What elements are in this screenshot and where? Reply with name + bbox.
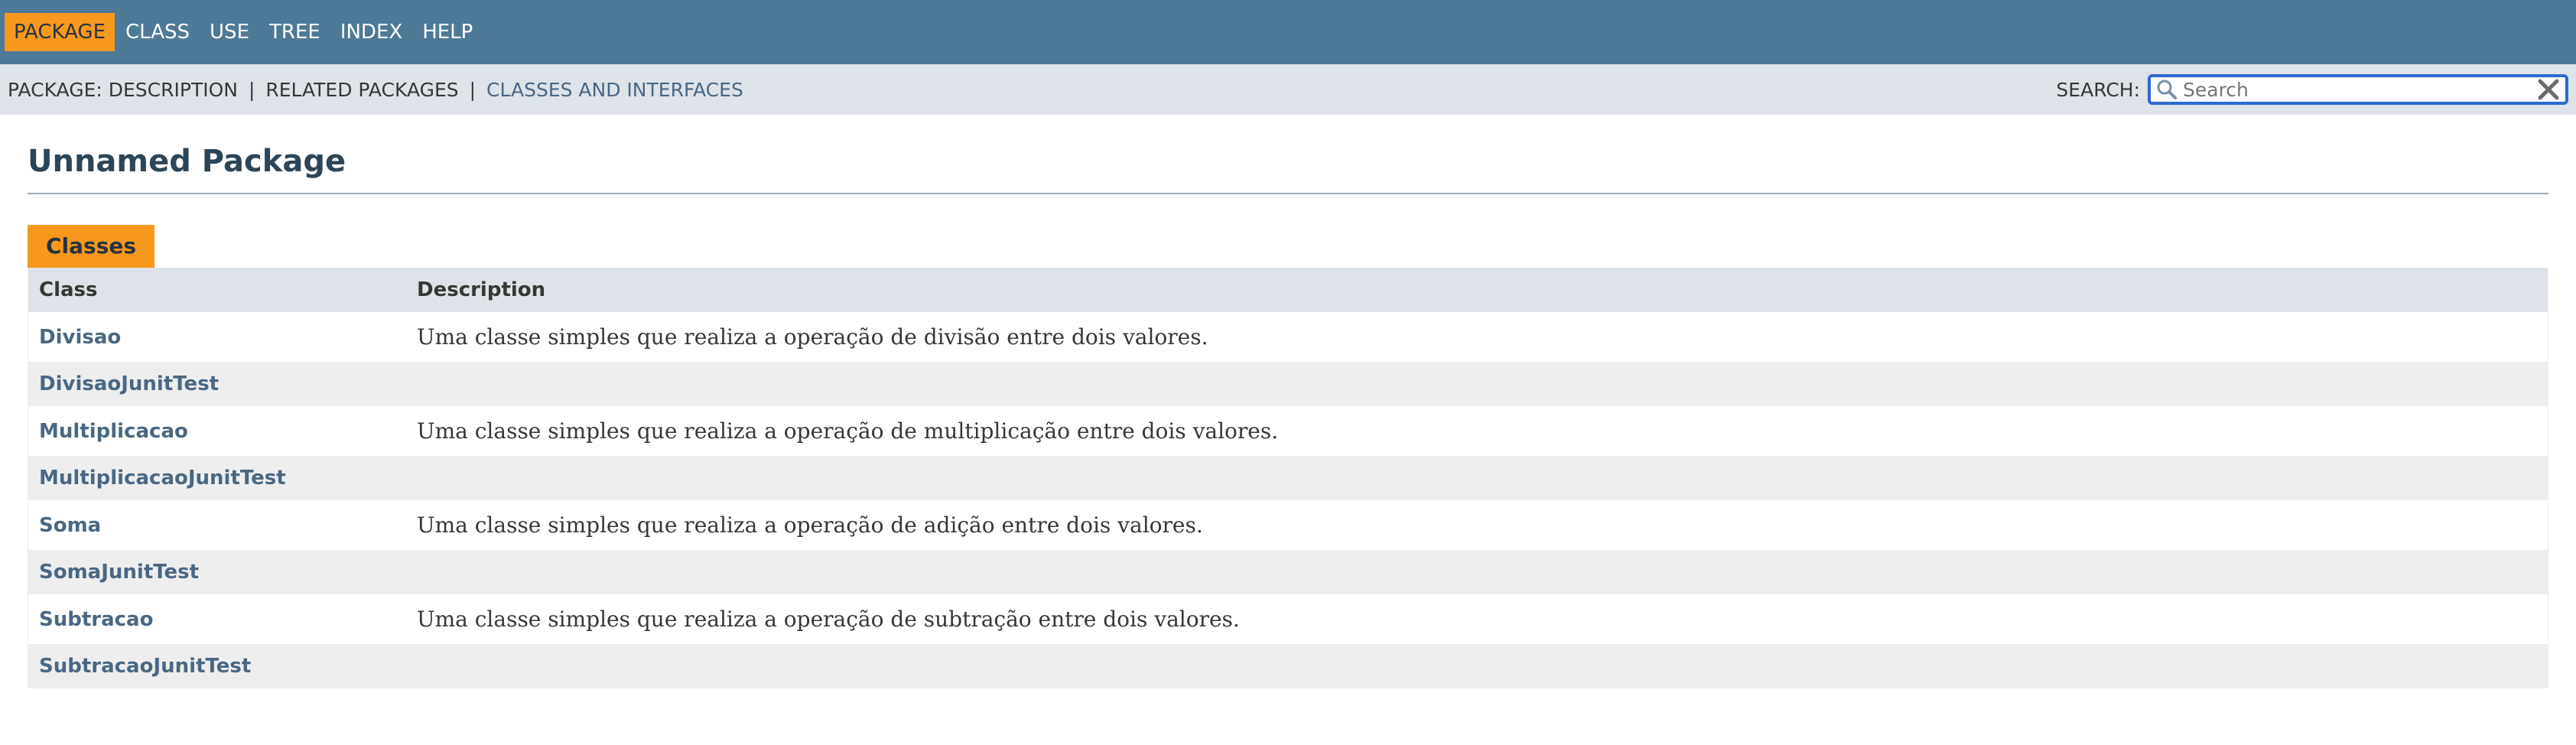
subnav-prefix: PACKAGE: xyxy=(8,78,102,101)
column-header-class: Class xyxy=(28,268,406,312)
top-nav: PACKAGE CLASS USE TREE INDEX HELP xyxy=(0,0,2576,64)
nav-help[interactable]: HELP xyxy=(413,13,482,51)
subnav-separator: | xyxy=(469,78,476,101)
table-row: MultiplicacaoJunitTest xyxy=(28,456,2548,500)
class-link[interactable]: Subtracao xyxy=(28,594,406,644)
subnav-related-packages: RELATED PACKAGES xyxy=(265,78,459,101)
search-icon xyxy=(2157,80,2177,99)
nav-index[interactable]: INDEX xyxy=(331,13,411,51)
class-description xyxy=(406,644,2548,688)
subnav-description: DESCRIPTION xyxy=(108,78,238,101)
class-description: Uma classe simples que realiza a operaçã… xyxy=(406,406,2548,456)
search-input[interactable] xyxy=(2178,77,2536,102)
column-header-description: Description xyxy=(406,268,2548,312)
class-description: Uma classe simples que realiza a operaçã… xyxy=(406,500,2548,550)
nav-tree[interactable]: TREE xyxy=(260,13,330,51)
table-row: SubtracaoJunitTest xyxy=(28,644,2548,688)
table-row: Subtracao Uma classe simples que realiza… xyxy=(28,594,2548,644)
class-description xyxy=(406,456,2548,500)
subnav-classes-link[interactable]: CLASSES AND INTERFACES xyxy=(486,79,743,101)
class-description: Uma classe simples que realiza a operaçã… xyxy=(406,312,2548,362)
table-header-row: Class Description xyxy=(28,268,2548,312)
nav-package[interactable]: PACKAGE xyxy=(5,13,115,51)
search-area: SEARCH: xyxy=(2056,74,2568,105)
class-description xyxy=(406,550,2548,594)
sub-nav: PACKAGE: DESCRIPTION | RELATED PACKAGES … xyxy=(0,64,2576,115)
main-content: Unnamed Package Classes Class Descriptio… xyxy=(0,115,2576,688)
search-label: SEARCH: xyxy=(2056,78,2140,101)
classes-table: Class Description Divisao Uma classe sim… xyxy=(28,268,2548,688)
table-row: Divisao Uma classe simples que realiza a… xyxy=(28,312,2548,362)
class-description xyxy=(406,362,2548,406)
table-row: SomaJunitTest xyxy=(28,550,2548,594)
close-icon[interactable] xyxy=(2536,77,2561,102)
class-link[interactable]: SubtracaoJunitTest xyxy=(28,644,406,688)
classes-section: Classes Class Description Divisao Uma cl… xyxy=(28,225,2548,688)
class-link[interactable]: Divisao xyxy=(28,312,406,362)
subnav-separator: | xyxy=(248,78,255,101)
subnav-links: PACKAGE: DESCRIPTION | RELATED PACKAGES … xyxy=(8,79,743,101)
nav-use[interactable]: USE xyxy=(200,13,259,51)
page-title: Unnamed Package xyxy=(28,115,2548,194)
table-row: Soma Uma classe simples que realiza a op… xyxy=(28,500,2548,550)
class-link[interactable]: SomaJunitTest xyxy=(28,550,406,594)
nav-class[interactable]: CLASS xyxy=(116,13,199,51)
class-link[interactable]: Soma xyxy=(28,500,406,550)
classes-caption: Classes xyxy=(28,225,155,268)
class-link[interactable]: MultiplicacaoJunitTest xyxy=(28,456,406,500)
class-link[interactable]: DivisaoJunitTest xyxy=(28,362,406,406)
table-row: DivisaoJunitTest xyxy=(28,362,2548,406)
class-link[interactable]: Multiplicacao xyxy=(28,406,406,456)
search-box[interactable] xyxy=(2148,74,2568,105)
table-row: Multiplicacao Uma classe simples que rea… xyxy=(28,406,2548,456)
class-description: Uma classe simples que realiza a operaçã… xyxy=(406,594,2548,644)
